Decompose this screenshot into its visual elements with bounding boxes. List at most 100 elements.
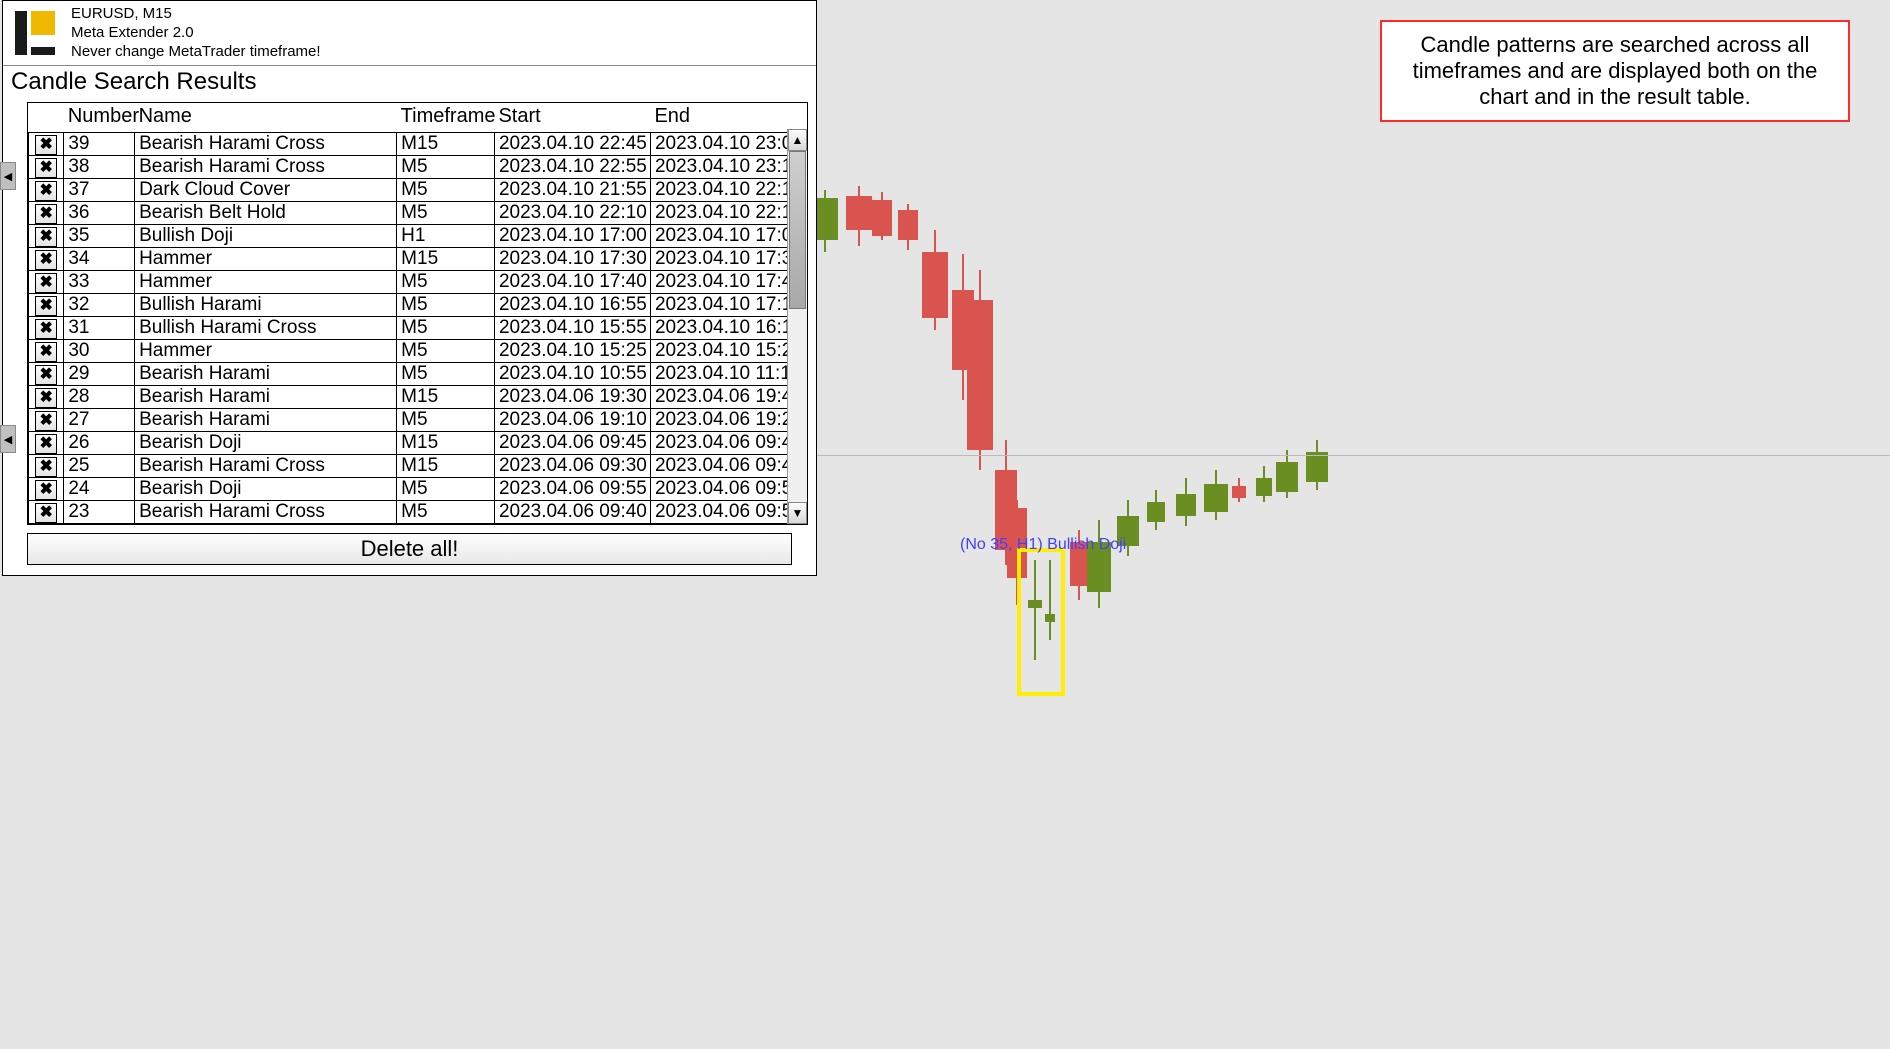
cell-number: 26 <box>64 432 135 455</box>
info-banner: Candle patterns are searched across all … <box>1380 20 1850 122</box>
cell-end: 2023.04.10 16:10 <box>650 317 806 340</box>
cell-name: Bullish Harami Cross <box>135 317 397 340</box>
row-delete-button[interactable]: ✖ <box>35 388 57 408</box>
row-delete-button[interactable]: ✖ <box>35 296 57 316</box>
table-row[interactable]: ✖26Bearish DojiM152023.04.06 09:452023.0… <box>29 432 807 455</box>
cell-name: Bearish Harami <box>135 409 397 432</box>
cell-start: 2023.04.10 17:30 <box>494 248 650 271</box>
row-delete-button[interactable]: ✖ <box>35 457 57 477</box>
table-row[interactable]: ✖24Bearish DojiM52023.04.06 09:552023.04… <box>29 478 807 501</box>
cell-tf: M5 <box>397 340 495 363</box>
table-row[interactable]: ✖35Bullish DojiH12023.04.10 17:002023.04… <box>29 225 807 248</box>
cell-start: 2023.04.06 09:30 <box>494 455 650 478</box>
cell-end: 2023.04.06 19:25 <box>650 409 806 432</box>
table-row[interactable]: ✖34HammerM152023.04.10 17:302023.04.10 1… <box>29 248 807 271</box>
results-table: Number Name Timeframe Start End ✖39Beari… <box>28 103 807 524</box>
table-row[interactable]: ✖32Bullish HaramiM52023.04.10 16:552023.… <box>29 294 807 317</box>
row-delete-button[interactable]: ✖ <box>35 204 57 224</box>
row-delete-button[interactable]: ✖ <box>35 181 57 201</box>
scroll-track[interactable] <box>788 151 807 502</box>
table-row[interactable]: ✖33HammerM52023.04.10 17:402023.04.10 17… <box>29 271 807 294</box>
cell-number: 24 <box>64 478 135 501</box>
cell-tf: M5 <box>397 271 495 294</box>
cell-name: Bullish Doji <box>135 225 397 248</box>
row-delete-button[interactable]: ✖ <box>35 250 57 270</box>
table-row[interactable]: ✖23Bearish Harami CrossM52023.04.06 09:4… <box>29 501 807 524</box>
row-delete-button[interactable]: ✖ <box>35 411 57 431</box>
cell-tf: M5 <box>397 363 495 386</box>
table-row[interactable]: ✖28Bearish HaramiM152023.04.06 19:302023… <box>29 386 807 409</box>
panel-collapse-toggle-1[interactable]: ◀ <box>0 162 16 190</box>
cell-number: 29 <box>64 363 135 386</box>
scroll-down-icon[interactable]: ▼ <box>788 502 807 524</box>
cell-start: 2023.04.06 09:40 <box>494 501 650 524</box>
cell-tf: M15 <box>397 386 495 409</box>
cell-number: 23 <box>64 501 135 524</box>
table-row[interactable]: ✖37Dark Cloud CoverM52023.04.10 21:55202… <box>29 179 807 202</box>
row-delete-button[interactable]: ✖ <box>35 319 57 339</box>
scroll-thumb[interactable] <box>789 151 806 309</box>
table-scrollbar[interactable]: ▲ ▼ <box>787 129 807 524</box>
cell-end: 2023.04.10 17:10 <box>650 294 806 317</box>
cell-name: Hammer <box>135 271 397 294</box>
cell-name: Bearish Doji <box>135 478 397 501</box>
table-row[interactable]: ✖31Bullish Harami CrossM52023.04.10 15:5… <box>29 317 807 340</box>
cell-name: Dark Cloud Cover <box>135 179 397 202</box>
scroll-up-icon[interactable]: ▲ <box>788 129 807 151</box>
row-delete-button[interactable]: ✖ <box>35 365 57 385</box>
row-delete-button[interactable]: ✖ <box>35 434 57 454</box>
table-row[interactable]: ✖38Bearish Harami CrossM52023.04.10 22:5… <box>29 156 807 179</box>
table-row[interactable]: ✖30HammerM52023.04.10 15:252023.04.10 15… <box>29 340 807 363</box>
row-delete-button[interactable]: ✖ <box>35 503 57 523</box>
cell-start: 2023.04.10 22:45 <box>494 133 650 156</box>
row-delete-button[interactable]: ✖ <box>35 480 57 500</box>
cell-tf: M5 <box>397 179 495 202</box>
cell-name: Bearish Harami Cross <box>135 501 397 524</box>
table-row[interactable]: ✖39Bearish Harami CrossM152023.04.10 22:… <box>29 133 807 156</box>
cell-number: 32 <box>64 294 135 317</box>
cell-start: 2023.04.10 15:55 <box>494 317 650 340</box>
cell-start: 2023.04.06 09:55 <box>494 478 650 501</box>
cell-tf: M5 <box>397 409 495 432</box>
pattern-highlight-box <box>1017 548 1065 696</box>
cell-end: 2023.04.06 09:55 <box>650 501 806 524</box>
row-delete-button[interactable]: ✖ <box>35 135 57 155</box>
cell-end: 2023.04.10 15:25 <box>650 340 806 363</box>
results-panel: EURUSD, M15 Meta Extender 2.0 Never chan… <box>2 0 817 576</box>
cell-name: Hammer <box>135 340 397 363</box>
cell-start: 2023.04.10 16:55 <box>494 294 650 317</box>
cell-number: 27 <box>64 409 135 432</box>
row-delete-button[interactable]: ✖ <box>35 227 57 247</box>
cell-tf: M5 <box>397 317 495 340</box>
symbol-label: EURUSD, M15 <box>71 5 321 24</box>
cell-number: 38 <box>64 156 135 179</box>
cell-end: 2023.04.10 23:00 <box>650 133 806 156</box>
cell-number: 36 <box>64 202 135 225</box>
cell-tf: M15 <box>397 455 495 478</box>
row-delete-button[interactable]: ✖ <box>35 158 57 178</box>
delete-all-button[interactable]: Delete all! <box>27 533 792 565</box>
candle <box>1117 0 1139 800</box>
table-row[interactable]: ✖25Bearish Harami CrossM152023.04.06 09:… <box>29 455 807 478</box>
candle <box>1256 0 1272 800</box>
chart-area[interactable]: Candle patterns are searched across all … <box>812 0 1890 1049</box>
cell-start: 2023.04.10 17:40 <box>494 271 650 294</box>
panel-collapse-toggle-2[interactable]: ◀ <box>0 425 16 453</box>
cell-start: 2023.04.10 21:55 <box>494 179 650 202</box>
cell-name: Bearish Harami Cross <box>135 455 397 478</box>
cell-start: 2023.04.10 22:55 <box>494 156 650 179</box>
col-number: Number <box>64 103 135 133</box>
table-row[interactable]: ✖36Bearish Belt HoldM52023.04.10 22:1020… <box>29 202 807 225</box>
cell-start: 2023.04.10 15:25 <box>494 340 650 363</box>
cell-number: 30 <box>64 340 135 363</box>
cell-end: 2023.04.10 23:10 <box>650 156 806 179</box>
app-logo-icon <box>11 9 59 57</box>
table-row[interactable]: ✖ 27Bearish HaramiM52023.04.06 19:102023.… <box>29 409 807 432</box>
cell-start: 2023.04.06 19:10 <box>494 409 650 432</box>
row-delete-button[interactable]: ✖ <box>35 273 57 293</box>
cell-end: 2023.04.06 19:45 <box>650 386 806 409</box>
row-delete-button[interactable]: ✖ <box>35 342 57 362</box>
table-row[interactable]: ✖29Bearish HaramiM52023.04.10 10:552023.… <box>29 363 807 386</box>
panel-header: EURUSD, M15 Meta Extender 2.0 Never chan… <box>3 1 816 65</box>
cell-number: 28 <box>64 386 135 409</box>
